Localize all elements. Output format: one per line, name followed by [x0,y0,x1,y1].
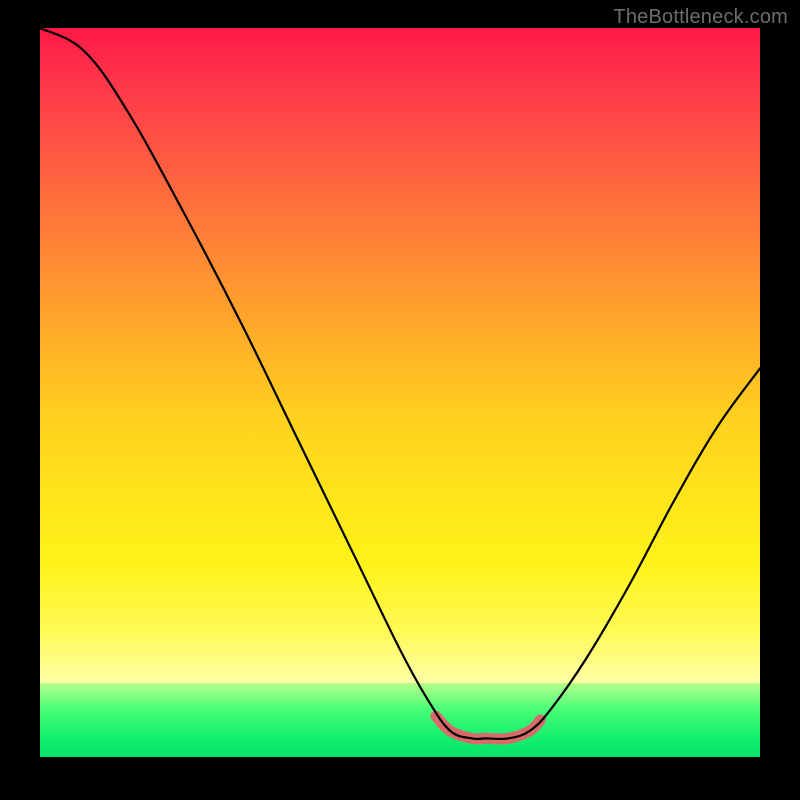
watermark-label: TheBottleneck.com [613,6,788,29]
optimal-region-highlight [436,716,540,739]
chart-frame: TheBottleneck.com [0,0,800,800]
plot-area [40,28,760,768]
bottleneck-curve [40,28,760,739]
curve-layer [40,28,760,768]
